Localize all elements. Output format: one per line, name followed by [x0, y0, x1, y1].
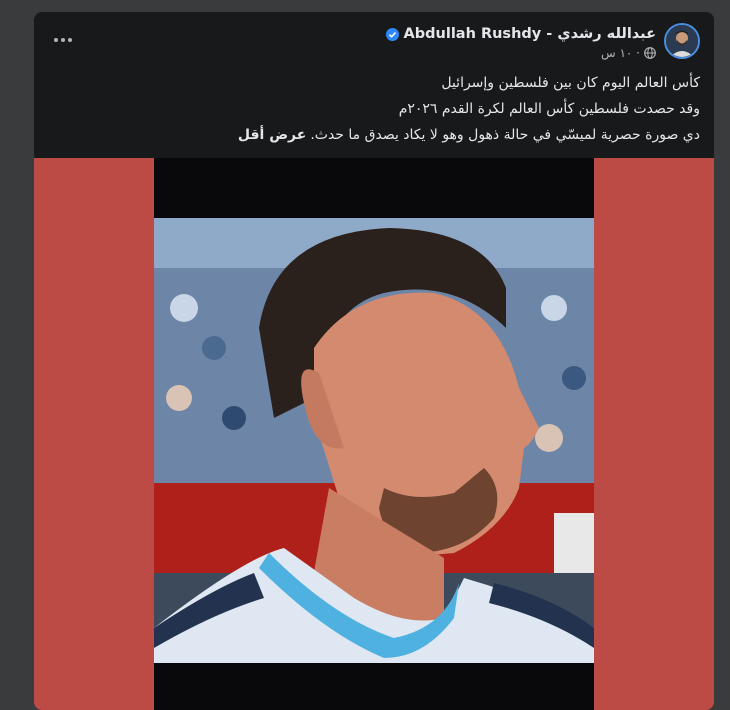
author-avatar[interactable]	[664, 23, 700, 59]
verified-badge-icon	[385, 27, 399, 41]
author-name[interactable]: Abdullah Rushdy - عبدالله رشدي	[404, 26, 656, 42]
post-header: Abdullah Rushdy - عبدالله رشدي ١٠ س ·	[34, 12, 714, 72]
photo-illustration	[154, 218, 594, 710]
author-line: Abdullah Rushdy - عبدالله رشدي	[385, 24, 656, 44]
post-text: كأس العالم اليوم كان بين فلسطين وإسرائيل…	[50, 70, 700, 148]
more-options-icon[interactable]	[54, 30, 74, 50]
post-meta: ١٠ س ·	[601, 45, 656, 61]
post-media[interactable]	[34, 158, 714, 710]
post-line-3-text: دي صورة حصرية لميسّي في حالة ذهول وهو لا…	[310, 127, 700, 143]
globe-icon	[644, 47, 656, 59]
post-photo[interactable]	[154, 158, 594, 710]
post-time[interactable]: ١٠ س ·	[601, 46, 640, 60]
post-line-1: كأس العالم اليوم كان بين فلسطين وإسرائيل	[441, 75, 700, 91]
avatar-image	[666, 25, 698, 57]
see-less-link[interactable]: عرض أقل	[238, 127, 306, 143]
post-card: Abdullah Rushdy - عبدالله رشدي ١٠ س · كأ…	[34, 12, 714, 710]
post-line-2: وقد حصدت فلسطين كأس العالم لكرة القدم ٢٠…	[398, 101, 700, 117]
post-line-3: دي صورة حصرية لميسّي في حالة ذهول وهو لا…	[50, 122, 700, 148]
